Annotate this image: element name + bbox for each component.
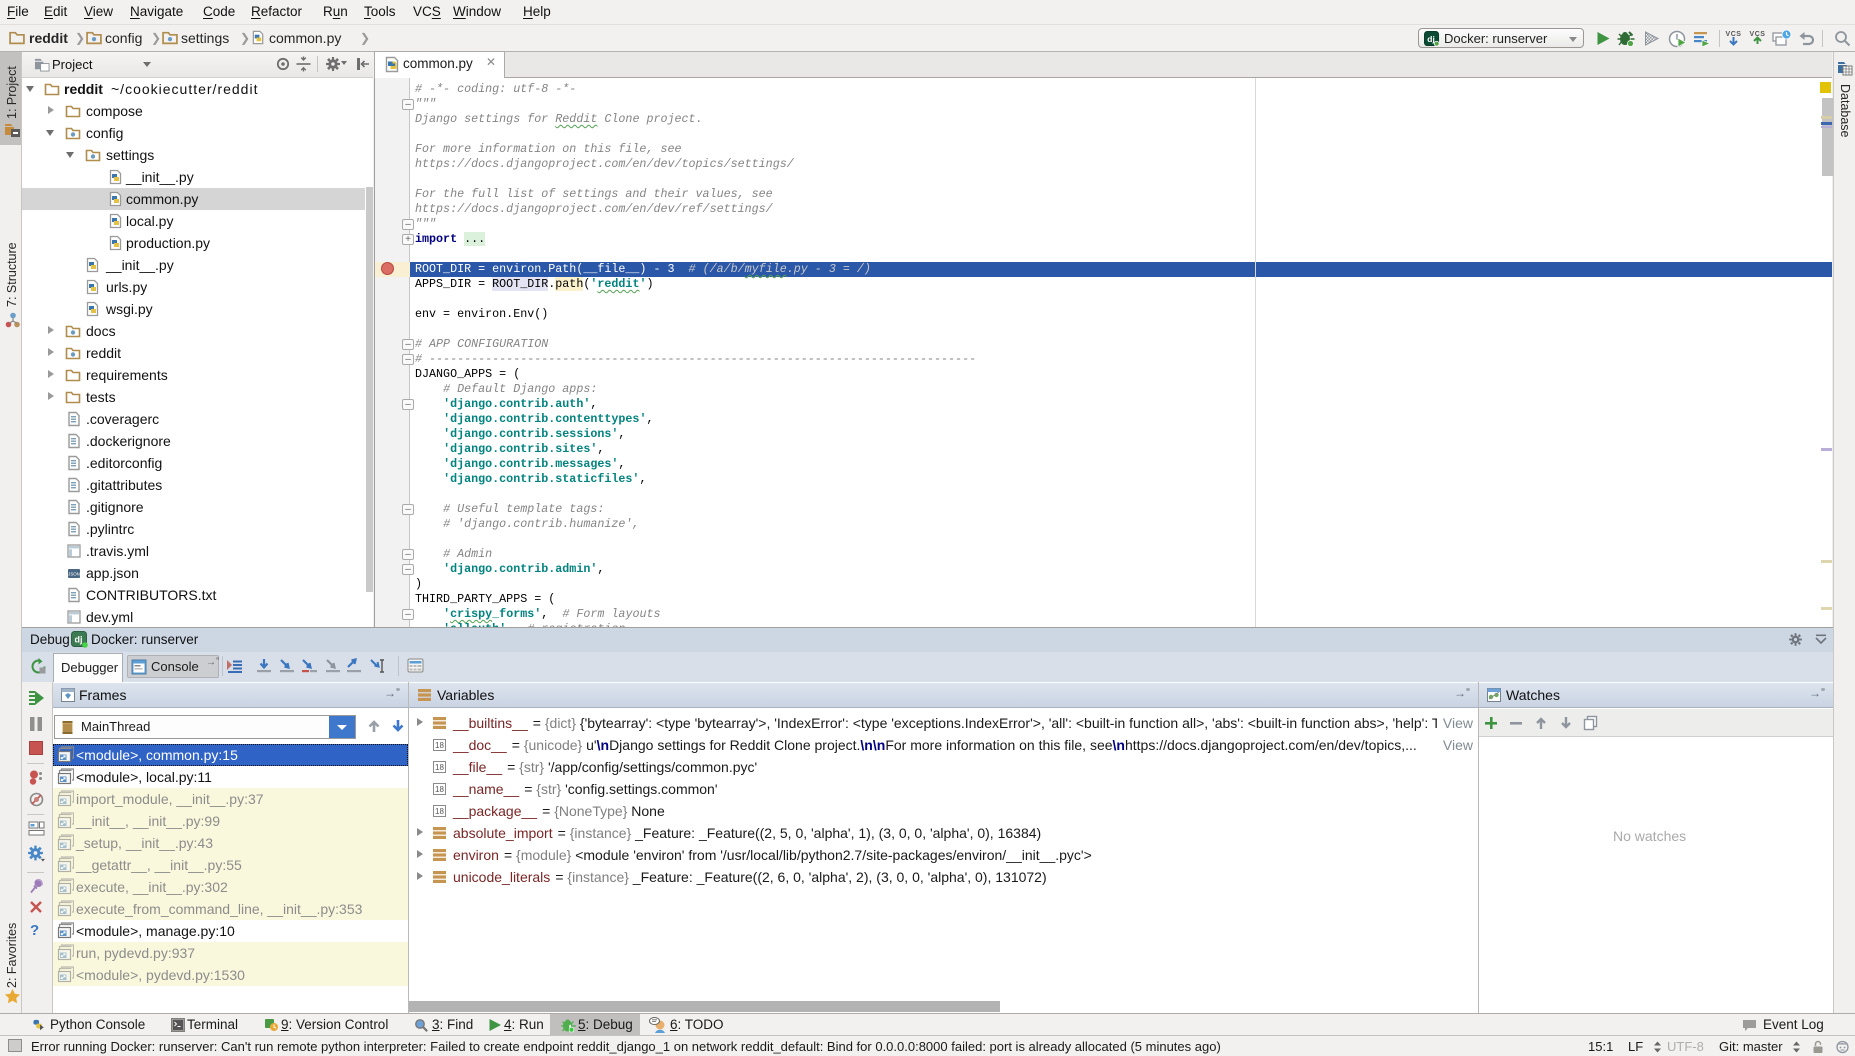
svg-text:dj: dj <box>75 635 83 645</box>
svg-text:18: 18 <box>435 807 444 816</box>
svg-text:dj: dj <box>1427 34 1435 44</box>
svg-text:18: 18 <box>435 741 444 750</box>
svg-text:18: 18 <box>435 785 444 794</box>
svg-text:JSON: JSON <box>68 572 80 577</box>
svg-text:VCS: VCS <box>1726 31 1742 38</box>
svg-text:18: 18 <box>435 763 444 772</box>
